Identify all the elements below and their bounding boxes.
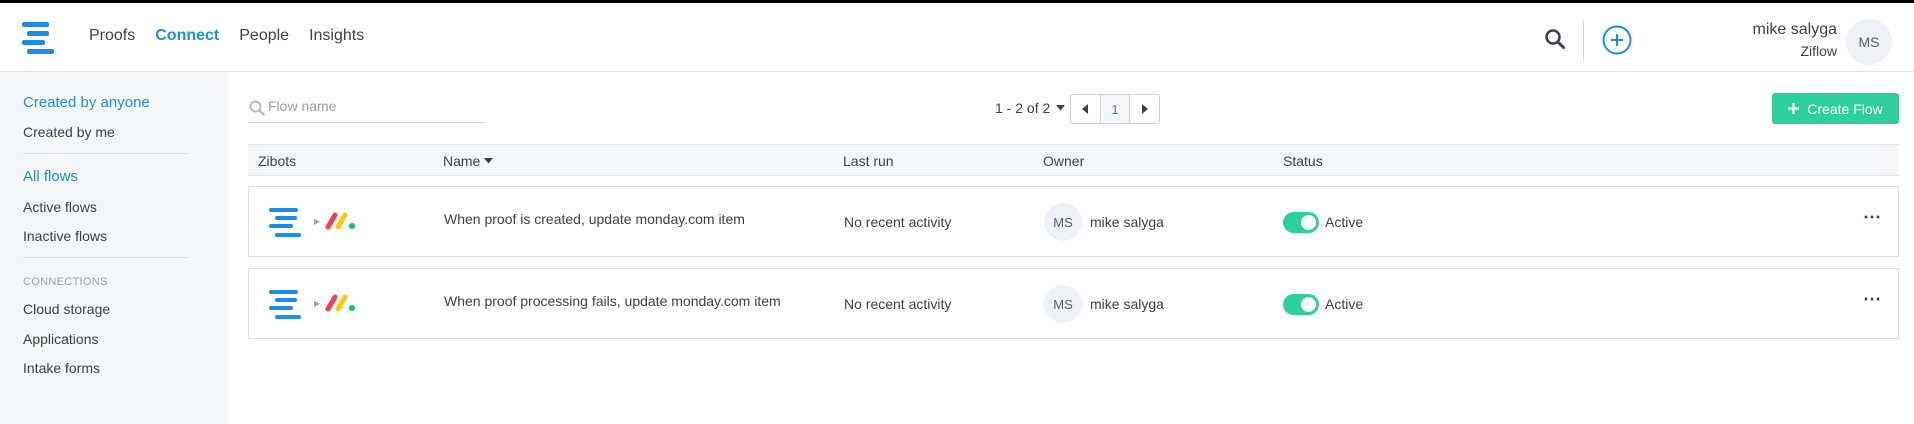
- nav-insights[interactable]: Insights: [309, 27, 364, 45]
- create-flow-label: Create Flow: [1807, 100, 1883, 117]
- sidebar: Created by anyone Created by me All flow…: [0, 72, 228, 424]
- table-row[interactable]: ▶ When proof is created, update monday.c…: [248, 186, 1899, 257]
- zibot-icon: [269, 290, 301, 320]
- chevron-left-icon: [1081, 104, 1088, 114]
- chevron-right-icon: ▶: [314, 217, 321, 226]
- monday-logo-icon: [325, 294, 355, 312]
- search-icon[interactable]: [1544, 28, 1566, 50]
- sidebar-item-created-by-me[interactable]: Created by me: [23, 124, 115, 140]
- sidebar-item-inactive-flows[interactable]: Inactive flows: [23, 228, 107, 244]
- sidebar-item-intake-forms[interactable]: Intake forms: [23, 360, 100, 376]
- owner-name: mike salyga: [1090, 214, 1164, 230]
- create-flow-button[interactable]: Create Flow: [1772, 93, 1899, 124]
- nav-connect[interactable]: Connect: [155, 27, 219, 45]
- main-nav: Proofs Connect People Insights: [89, 27, 364, 45]
- owner-name: mike salyga: [1090, 296, 1164, 312]
- user-name[interactable]: mike salyga: [1753, 21, 1837, 39]
- owner-avatar: MS: [1044, 203, 1082, 241]
- next-page-button[interactable]: [1129, 95, 1159, 123]
- pagination-range-label: 1 - 2 of 2: [995, 100, 1051, 116]
- status-toggle[interactable]: [1283, 212, 1319, 233]
- avatar[interactable]: MS: [1846, 19, 1892, 65]
- divider: [1583, 20, 1584, 61]
- ziflow-logo-icon[interactable]: [22, 22, 54, 56]
- add-circle-icon[interactable]: [1602, 25, 1632, 55]
- sidebar-divider: [23, 153, 189, 154]
- more-icon[interactable]: ⋯: [1863, 207, 1882, 228]
- owner-avatar: MS: [1044, 285, 1082, 323]
- search-icon: [249, 100, 265, 116]
- chevron-right-icon: [1142, 104, 1149, 114]
- caret-down-icon: [1056, 105, 1066, 111]
- sidebar-divider: [23, 257, 189, 258]
- monday-logo-icon: [325, 212, 355, 230]
- flow-name[interactable]: When proof is created, update monday.com…: [444, 211, 745, 227]
- column-last-run: Last run: [843, 153, 894, 169]
- prev-page-button[interactable]: [1071, 95, 1100, 123]
- sidebar-heading-connections: CONNECTIONS: [23, 276, 108, 288]
- sidebar-item-created-by-anyone[interactable]: Created by anyone: [23, 94, 150, 111]
- last-run: No recent activity: [844, 296, 952, 312]
- top-bar: Proofs Connect People Insights mike saly…: [0, 0, 1914, 72]
- column-status: Status: [1283, 153, 1323, 169]
- user-org: Ziflow: [1800, 43, 1837, 59]
- search-input[interactable]: [268, 98, 478, 114]
- sidebar-item-all-flows[interactable]: All flows: [23, 168, 78, 185]
- sidebar-item-applications[interactable]: Applications: [23, 331, 99, 347]
- table-header: Zibots Name Last run Owner Status: [248, 144, 1899, 176]
- last-run: No recent activity: [844, 214, 952, 230]
- pagination-range[interactable]: 1 - 2 of 2: [995, 100, 1066, 116]
- column-owner: Owner: [1043, 153, 1085, 169]
- more-icon[interactable]: ⋯: [1863, 289, 1882, 310]
- table-row[interactable]: ▶ When proof processing fails, update mo…: [248, 268, 1899, 339]
- column-name-label: Name: [443, 153, 481, 169]
- page-number[interactable]: 1: [1099, 95, 1130, 123]
- plus-icon: [1788, 103, 1800, 114]
- flow-search: [248, 95, 485, 123]
- flow-name[interactable]: When proof processing fails, update mond…: [444, 293, 781, 309]
- status-label: Active: [1325, 214, 1364, 230]
- chevron-right-icon: ▶: [314, 299, 321, 308]
- nav-people[interactable]: People: [239, 27, 289, 45]
- status-label: Active: [1325, 296, 1364, 312]
- column-name[interactable]: Name: [443, 153, 494, 169]
- caret-down-icon: [484, 158, 494, 164]
- status-toggle[interactable]: [1283, 294, 1319, 315]
- column-zibots: Zibots: [258, 153, 297, 169]
- zibot-icon: [269, 208, 301, 238]
- pagination: 1: [1070, 94, 1160, 124]
- sidebar-item-active-flows[interactable]: Active flows: [23, 199, 97, 215]
- sidebar-item-cloud-storage[interactable]: Cloud storage: [23, 301, 110, 317]
- nav-proofs[interactable]: Proofs: [89, 27, 135, 45]
